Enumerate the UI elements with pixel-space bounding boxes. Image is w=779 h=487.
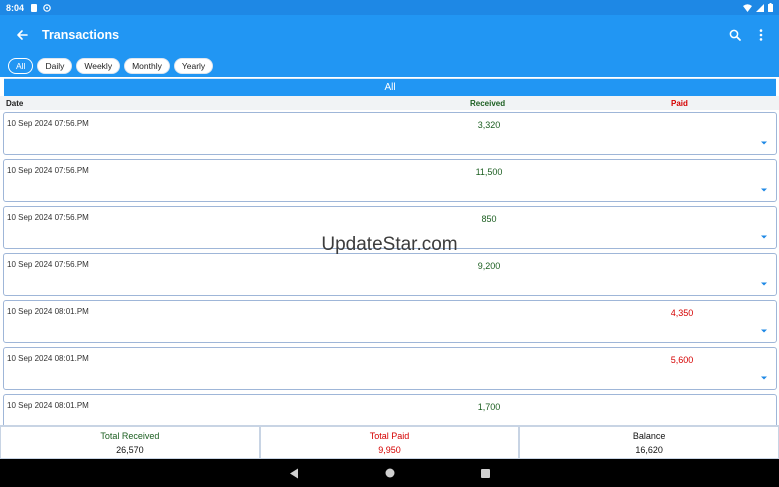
nav-back-button[interactable] bbox=[287, 466, 301, 480]
column-headers: Date Received Paid bbox=[0, 96, 779, 110]
row-date: 10 Sep 2024 07:56.PM bbox=[7, 213, 89, 222]
more-options-button[interactable] bbox=[753, 25, 769, 45]
watermark: UpdateStar.com bbox=[321, 234, 458, 255]
wifi-icon bbox=[743, 3, 752, 12]
more-vert-icon bbox=[759, 29, 763, 41]
total-received-value: 26,570 bbox=[116, 444, 144, 455]
transaction-row[interactable]: 10 Sep 2024 08:01.PM 1,700 bbox=[3, 394, 777, 425]
search-button[interactable] bbox=[727, 25, 743, 45]
back-arrow-icon bbox=[17, 30, 28, 40]
signal-icon bbox=[756, 3, 764, 12]
total-received-label: Total Received bbox=[100, 430, 160, 441]
transaction-list[interactable]: 10 Sep 2024 07:56.PM 3,320 10 Sep 2024 0… bbox=[0, 111, 779, 425]
filter-chip-all[interactable]: All bbox=[8, 58, 34, 74]
row-date: 10 Sep 2024 07:56.PM bbox=[7, 166, 89, 175]
app-bar: Transactions bbox=[0, 15, 779, 55]
row-date: 10 Sep 2024 07:56.PM bbox=[7, 260, 89, 269]
nav-home-icon bbox=[385, 468, 394, 478]
transaction-row[interactable]: 10 Sep 2024 07:56.PM 9,200 bbox=[3, 253, 777, 296]
system-nav-bar bbox=[0, 459, 779, 487]
status-bar: 8:04 bbox=[0, 0, 779, 15]
row-received: 1,700 bbox=[477, 402, 501, 412]
chevron-down-icon[interactable] bbox=[760, 374, 768, 382]
page-title: Transactions bbox=[42, 28, 120, 42]
transaction-row[interactable]: 10 Sep 2024 07:56.PM 11,500 bbox=[3, 159, 777, 202]
transaction-row[interactable]: 10 Sep 2024 07:56.PM 3,320 bbox=[3, 112, 777, 155]
totals-bar: Total Received 26,570 Total Paid 9,950 B… bbox=[0, 425, 779, 459]
chevron-down-icon[interactable] bbox=[760, 139, 768, 147]
total-paid-value: 9,950 bbox=[378, 444, 401, 455]
status-right bbox=[743, 3, 773, 12]
row-received: 3,320 bbox=[477, 120, 501, 130]
filter-chip-monthly[interactable]: Monthly bbox=[124, 58, 170, 74]
chevron-down-icon[interactable] bbox=[760, 327, 768, 335]
row-received: 850 bbox=[481, 214, 497, 224]
battery-icon bbox=[768, 3, 773, 12]
nav-recents-button[interactable] bbox=[479, 466, 493, 480]
total-paid-cell: Total Paid 9,950 bbox=[259, 426, 520, 459]
filter-chip-weekly[interactable]: Weekly bbox=[76, 58, 121, 74]
row-date: 10 Sep 2024 08:01.PM bbox=[7, 401, 89, 410]
chevron-down-icon[interactable] bbox=[760, 186, 768, 194]
row-paid: 4,350 bbox=[670, 308, 694, 318]
nav-back-icon bbox=[289, 468, 298, 478]
balance-value: 16,620 bbox=[635, 444, 663, 455]
app-bar-actions bbox=[727, 25, 769, 45]
nav-home-button[interactable] bbox=[383, 466, 397, 480]
balance-label: Balance bbox=[632, 430, 666, 441]
transaction-row[interactable]: 10 Sep 2024 08:01.PM 5,600 bbox=[3, 347, 777, 390]
filter-chip-daily[interactable]: Daily bbox=[37, 58, 73, 74]
column-header-received: Received bbox=[470, 99, 506, 108]
filter-chip-yearly[interactable]: Yearly bbox=[173, 58, 214, 74]
row-date: 10 Sep 2024 07:56.PM bbox=[7, 119, 89, 128]
column-header-date: Date bbox=[6, 99, 24, 108]
filter-bar: All Daily Weekly Monthly Yearly bbox=[0, 55, 779, 77]
sim-icon bbox=[31, 3, 38, 12]
section-title: All bbox=[4, 78, 776, 96]
total-paid-label: Total Paid bbox=[369, 430, 410, 441]
sync-icon bbox=[43, 3, 51, 12]
chevron-down-icon[interactable] bbox=[760, 280, 768, 288]
search-icon bbox=[729, 29, 741, 41]
row-date: 10 Sep 2024 08:01.PM bbox=[7, 307, 89, 316]
total-received-cell: Total Received 26,570 bbox=[0, 426, 260, 459]
balance-cell: Balance 16,620 bbox=[519, 426, 779, 459]
row-received: 9,200 bbox=[477, 261, 501, 271]
nav-recents-icon bbox=[481, 468, 490, 478]
row-date: 10 Sep 2024 08:01.PM bbox=[7, 354, 89, 363]
back-button[interactable] bbox=[12, 25, 32, 45]
row-received: 11,500 bbox=[475, 167, 503, 177]
status-time: 8:04 bbox=[6, 2, 25, 13]
column-header-paid: Paid bbox=[671, 99, 688, 108]
transaction-row[interactable]: 10 Sep 2024 08:01.PM 4,350 bbox=[3, 300, 777, 343]
row-paid: 5,600 bbox=[670, 355, 694, 365]
